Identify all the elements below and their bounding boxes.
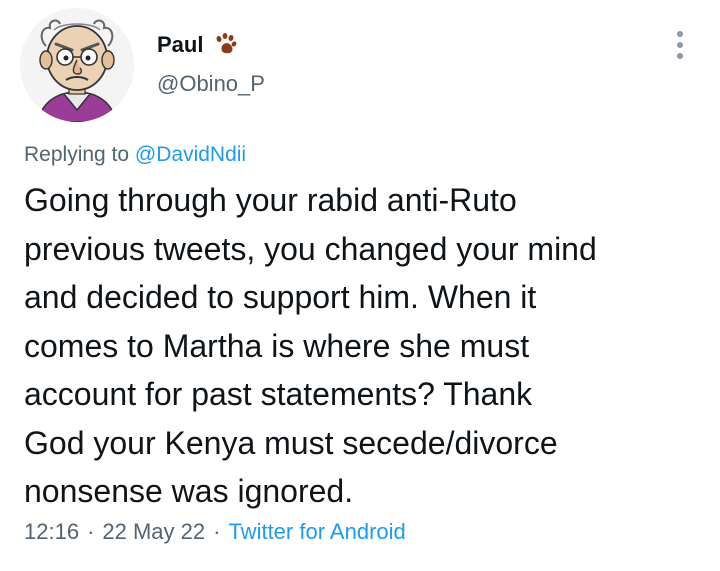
tweet-source-link[interactable]: Twitter for Android	[228, 519, 405, 545]
paw-print-icon	[216, 33, 237, 54]
tweet-card: Paul @Obino_P Replying to @DavidNdii Goi…	[0, 0, 720, 571]
more-options-button[interactable]	[666, 28, 694, 62]
display-name[interactable]: Paul	[157, 32, 203, 58]
replying-to: Replying to @DavidNdii	[24, 143, 246, 167]
more-dot-icon	[677, 42, 683, 48]
author-handle[interactable]: @Obino_P	[157, 71, 265, 97]
tweet-text: Going through your rabid anti-Ruto previ…	[24, 176, 704, 516]
tweet-text-line: nonsense was ignored.	[24, 473, 354, 509]
replying-to-label: Replying to	[24, 143, 130, 166]
reply-mention-link[interactable]: @DavidNdii	[135, 143, 246, 166]
tweet-text-line: and decided to support him. When it	[24, 279, 537, 315]
more-dot-icon	[677, 31, 683, 37]
meta-separator: ·	[213, 519, 221, 544]
tweet-date[interactable]: 22 May 22	[102, 519, 205, 545]
tweet-text-line: account for past statements? Thank	[24, 376, 533, 412]
tweet-text-line: previous tweets, you changed your mind	[24, 230, 597, 267]
author-name-row[interactable]: Paul	[157, 30, 239, 60]
meta-separator: ·	[87, 519, 95, 544]
tweet-time[interactable]: 12:16	[24, 519, 79, 545]
tweet-text-line: Going through your rabid anti-Ruto	[24, 182, 517, 218]
avatar[interactable]	[20, 8, 134, 122]
tweet-metadata: 12:16 · 22 May 22 · Twitter for Android	[24, 519, 406, 545]
avatar-cartoon-old-man	[20, 8, 134, 122]
tweet-text-line: comes to Martha is where she must	[24, 327, 530, 364]
more-dot-icon	[677, 53, 683, 59]
tweet-text-line: God your Kenya must secede/divorce	[24, 424, 558, 461]
